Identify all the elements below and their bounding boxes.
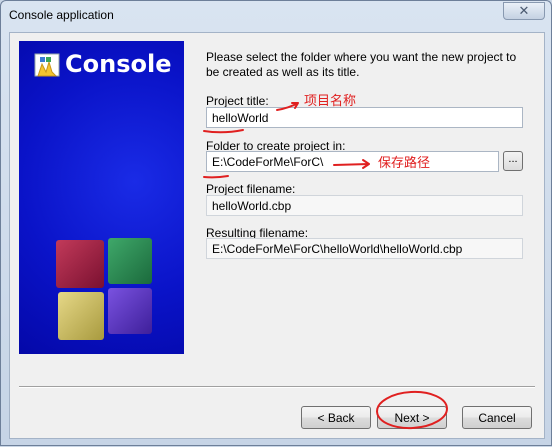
project-title-label: Project title: (206, 94, 269, 108)
annotation-project-title: 项目名称 (304, 94, 357, 109)
window-title: Console application (9, 8, 114, 22)
dialog-window: Console application ✕ Console Please sel… (0, 0, 552, 446)
button-separator (19, 386, 535, 388)
banner-title: Console (65, 50, 172, 78)
project-filename-field: helloWorld.cbp (206, 195, 523, 216)
back-button[interactable]: < Back (301, 406, 371, 429)
close-button[interactable]: ✕ (503, 2, 545, 20)
browse-button[interactable]: ... (503, 151, 523, 171)
dialog-client-area: Console Please select the folder where y… (9, 32, 545, 439)
folder-input[interactable]: E:\CodeForMe\ForC\ (206, 151, 499, 172)
project-title-input[interactable]: helloWorld (206, 107, 523, 128)
cancel-button[interactable]: Cancel (462, 406, 532, 429)
intro-text: Please select the folder where you want … (206, 50, 517, 79)
codeblocks-logo-icon (34, 53, 60, 77)
resulting-filename-field: E:\CodeForMe\ForC\helloWorld\helloWorld.… (206, 238, 523, 259)
next-button[interactable]: Next > (377, 406, 447, 429)
wizard-banner: Console (19, 41, 184, 354)
cubes-graphic (56, 238, 152, 340)
close-icon: ✕ (518, 3, 530, 19)
annotation-save-path: 保存路径 (378, 156, 431, 171)
project-filename-label: Project filename: (206, 182, 296, 196)
title-bar[interactable]: Console application ✕ (1, 1, 551, 31)
